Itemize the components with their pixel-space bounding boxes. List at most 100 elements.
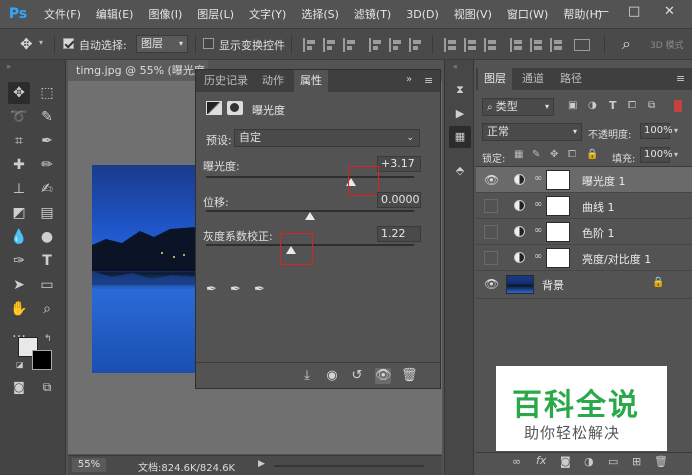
auto-select-checkbox[interactable]	[63, 38, 74, 49]
panel-collapse-icon[interactable]: »	[406, 74, 412, 85]
toggle-visibility-icon[interactable]: 👁	[375, 368, 392, 384]
filter-adjustment-icon[interactable]: ◑	[588, 100, 597, 111]
white-point-eyedropper-icon[interactable]: ✒	[254, 282, 265, 297]
align-left-icon[interactable]	[369, 38, 383, 52]
collapse-icon[interactable]: »	[6, 62, 11, 71]
align-top-icon[interactable]	[303, 38, 317, 52]
healing-brush-tool-icon[interactable]: ✚	[8, 154, 30, 176]
link-icon[interactable]: ∞	[534, 251, 542, 262]
menu-type[interactable]: 文字(Y)	[249, 6, 286, 22]
path-select-tool-icon[interactable]: ➤	[8, 274, 30, 296]
eraser-tool-icon[interactable]: ◩	[8, 202, 30, 224]
tab-properties[interactable]: 属性	[294, 70, 328, 92]
filter-smart-object-icon[interactable]: ⧉	[648, 100, 655, 111]
menu-select[interactable]: 选择(S)	[301, 6, 339, 22]
lock-image-icon[interactable]: ✎	[532, 149, 540, 160]
brush-tool-icon[interactable]: ✏	[36, 154, 58, 176]
blend-mode-dropdown[interactable]: 正常 ▾	[482, 123, 582, 141]
collapse-icon[interactable]: «	[453, 62, 458, 71]
menu-file[interactable]: 文件(F)	[44, 6, 81, 22]
menu-edit[interactable]: 编辑(E)	[96, 6, 134, 22]
tab-paths[interactable]: 路径	[554, 68, 588, 90]
menu-layer[interactable]: 图层(L)	[197, 6, 234, 22]
align-bottom-icon[interactable]	[343, 38, 357, 52]
new-group-icon[interactable]: ▭	[608, 455, 618, 468]
reset-icon[interactable]: ↺	[349, 368, 365, 384]
quick-mask-icon[interactable]: ◙	[8, 376, 30, 398]
lock-all-icon[interactable]: 🔒	[586, 149, 598, 160]
minimize-button[interactable]: —	[596, 4, 609, 19]
document-tab[interactable]: timg.jpg @ 55% (曝光度 1, 蒙版/8)	[68, 60, 208, 81]
preset-dropdown[interactable]: 自定 ⌄	[234, 129, 420, 147]
background-color-swatch[interactable]	[32, 350, 52, 370]
crop-tool-icon[interactable]: ⌗	[8, 130, 30, 152]
show-transform-checkbox[interactable]	[203, 38, 214, 49]
layer-row-curves[interactable]: ∞ 曲线 1	[476, 193, 692, 219]
filter-toggle-icon[interactable]	[674, 100, 682, 112]
visibility-eye-icon[interactable]: 👁	[484, 173, 499, 187]
default-colors-icon[interactable]: ◪	[16, 360, 24, 369]
libraries-panel-icon[interactable]: ⬘	[449, 160, 471, 182]
distribute-left-icon[interactable]	[510, 38, 524, 52]
link-icon[interactable]: ∞	[534, 199, 542, 210]
menu-window[interactable]: 窗口(W)	[507, 6, 548, 22]
align-vcenter-icon[interactable]	[323, 38, 337, 52]
menu-image[interactable]: 图像(I)	[148, 6, 182, 22]
gray-point-eyedropper-icon[interactable]: ✒	[230, 282, 241, 297]
opacity-chevron-icon[interactable]: ▾	[674, 126, 678, 135]
visibility-eye-icon[interactable]: 👁	[484, 277, 499, 291]
exposure-value-field[interactable]: +3.17	[377, 156, 421, 172]
status-menu-icon[interactable]: ▶	[258, 459, 265, 469]
maximize-button[interactable]: □	[628, 4, 640, 19]
panel-menu-icon[interactable]: ≡	[424, 74, 433, 87]
pen-tool-icon[interactable]: ✑	[8, 250, 30, 272]
menu-3d[interactable]: 3D(D)	[406, 8, 439, 21]
link-icon[interactable]: ∞	[534, 173, 542, 184]
lasso-tool-icon[interactable]: ➰	[8, 106, 30, 128]
eyedropper-tool-icon[interactable]: ✒	[36, 130, 58, 152]
tab-actions[interactable]: 动作	[256, 70, 290, 92]
swap-colors-icon[interactable]: ↰	[44, 334, 52, 344]
properties-panel-icon[interactable]: ▦	[449, 126, 471, 148]
view-previous-state-icon[interactable]: ◉	[324, 368, 340, 384]
blur-tool-icon[interactable]: 💧	[8, 226, 30, 248]
gamma-value-field[interactable]: 1.22	[377, 226, 421, 242]
clip-to-layer-icon[interactable]: ⤓	[299, 368, 315, 384]
dodge-tool-icon[interactable]: ●	[36, 226, 58, 248]
rectangle-tool-icon[interactable]: ▭	[36, 274, 58, 296]
layer-mask-thumbnail[interactable]	[546, 248, 570, 268]
filter-type-icon[interactable]: T	[609, 99, 617, 112]
layer-row-background[interactable]: 👁 背景 🔒	[476, 271, 692, 299]
chevron-down-icon[interactable]: ▾	[39, 38, 43, 47]
history-brush-tool-icon[interactable]: ✍	[36, 178, 58, 200]
layer-row-brightness-contrast[interactable]: ∞ 亮度/对比度 1	[476, 245, 692, 271]
tab-layers[interactable]: 图层	[478, 68, 512, 90]
menu-view[interactable]: 视图(V)	[454, 6, 492, 22]
layer-style-icon[interactable]: fx	[536, 454, 546, 467]
offset-value-field[interactable]: 0.0000	[377, 192, 421, 208]
tab-history[interactable]: 历史记录	[198, 70, 254, 92]
type-tool-icon[interactable]: T	[36, 250, 58, 272]
distribute-bottom-icon[interactable]	[484, 38, 498, 52]
align-hcenter-icon[interactable]	[389, 38, 403, 52]
align-right-icon[interactable]	[409, 38, 423, 52]
layer-filter-dropdown[interactable]: ⌕ 类型 ▾	[482, 98, 554, 116]
gradient-tool-icon[interactable]: ▤	[36, 202, 58, 224]
panel-menu-icon[interactable]: ≡	[676, 72, 685, 85]
close-button[interactable]: ✕	[664, 4, 675, 19]
link-icon[interactable]: ∞	[534, 225, 542, 236]
filter-shape-icon[interactable]: ⧠	[628, 100, 636, 111]
search-icon[interactable]: ⌕	[622, 34, 631, 54]
exposure-slider-track[interactable]	[206, 176, 414, 178]
black-point-eyedropper-icon[interactable]: ✒	[206, 282, 217, 297]
menu-filter[interactable]: 滤镜(T)	[354, 6, 391, 22]
lock-position-icon[interactable]: ✥	[550, 149, 558, 160]
filter-pixel-icon[interactable]: ▣	[568, 100, 577, 111]
clone-stamp-tool-icon[interactable]: ⊥	[8, 178, 30, 200]
add-mask-icon[interactable]: ◙	[560, 455, 571, 468]
layer-mask-icon[interactable]	[227, 101, 243, 115]
tab-channels[interactable]: 通道	[516, 68, 550, 90]
distribute-right-icon[interactable]	[550, 38, 564, 52]
distribute-hcenter-icon[interactable]	[530, 38, 544, 52]
offset-slider-thumb[interactable]	[305, 212, 315, 220]
